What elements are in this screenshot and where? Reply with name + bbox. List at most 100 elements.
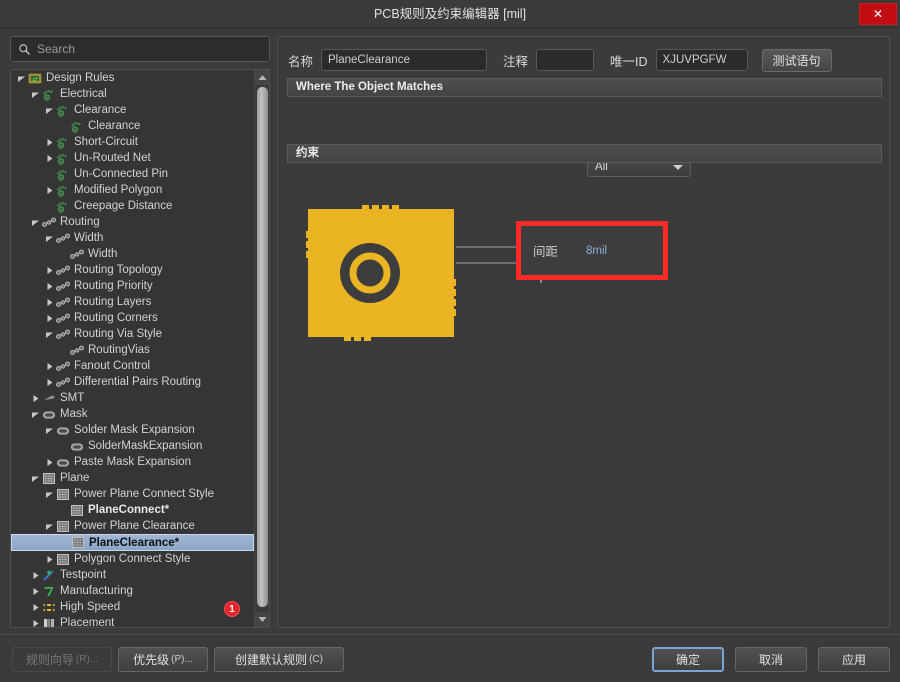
close-button[interactable]: ✕: [859, 3, 897, 25]
tree-item-routing-priority[interactable]: Routing Priority: [11, 278, 254, 294]
ok-button[interactable]: 确定: [652, 647, 724, 672]
scroll-thumb[interactable]: [257, 87, 268, 607]
tree-twisty[interactable]: [43, 102, 55, 118]
tree-item-label: PlaneConnect*: [88, 504, 170, 516]
tree-twisty[interactable]: [29, 86, 41, 102]
tree-item-manufacturing[interactable]: Manufacturing: [11, 583, 254, 599]
tree-item-polygon-connect-style[interactable]: Polygon Connect Style: [11, 551, 254, 567]
tree-item-width[interactable]: Width: [11, 246, 254, 262]
tree-item-routing-topology[interactable]: Routing Topology: [11, 262, 254, 278]
tree-twisty[interactable]: [29, 406, 41, 422]
tree-item-un-connected-pin[interactable]: Un-Connected Pin: [11, 166, 254, 182]
tree-item-routing-via-style[interactable]: Routing Via Style: [11, 326, 254, 342]
clearance-value[interactable]: 8mil: [586, 245, 607, 257]
tree-item-differential-pairs-routing[interactable]: Differential Pairs Routing: [11, 374, 254, 390]
rule-name-field[interactable]: PlaneClearance: [321, 49, 488, 71]
tree-twisty[interactable]: [43, 486, 55, 502]
tree-twisty[interactable]: [43, 182, 55, 198]
scroll-up-button[interactable]: [255, 70, 269, 85]
rule-wizard-button[interactable]: 规则向导 (R)...: [12, 647, 112, 672]
rule-comment-field[interactable]: [536, 49, 595, 71]
tree-twisty[interactable]: [29, 615, 41, 627]
tree-item-label: Power Plane Connect Style: [74, 488, 214, 500]
tree-twisty[interactable]: [43, 518, 55, 534]
tree-item-routing[interactable]: Routing: [11, 214, 254, 230]
tree-twisty[interactable]: [43, 374, 55, 390]
tree-vertical-scrollbar[interactable]: [254, 70, 269, 627]
tree-item-clearance[interactable]: Clearance: [11, 118, 254, 134]
tree-item-short-circuit[interactable]: Short-Circuit: [11, 134, 254, 150]
tree-item-routingvias[interactable]: RoutingVias: [11, 342, 254, 358]
tree-twisty[interactable]: [43, 454, 55, 470]
tree-item-fanout-control[interactable]: Fanout Control: [11, 358, 254, 374]
tree-twisty[interactable]: [29, 390, 41, 406]
tree-twisty[interactable]: [29, 599, 41, 615]
tree-item-un-routed-net[interactable]: Un-Routed Net: [11, 150, 254, 166]
tree-item-mask[interactable]: Mask: [11, 406, 254, 422]
mask-icon: [55, 455, 70, 469]
tree-item-label: Plane: [60, 472, 90, 484]
tree-item-creepage-distance[interactable]: Creepage Distance: [11, 198, 254, 214]
tree-twisty[interactable]: [43, 551, 55, 567]
tree-item-solder-mask-expansion[interactable]: Solder Mask Expansion: [11, 422, 254, 438]
tree-item-routing-layers[interactable]: Routing Layers: [11, 294, 254, 310]
scroll-down-button[interactable]: [255, 612, 269, 627]
tree-twisty[interactable]: [43, 230, 55, 246]
design-rules-icon: ⇄: [27, 71, 42, 85]
tree-twisty[interactable]: [43, 294, 55, 310]
testpoint-icon: [41, 568, 56, 582]
tree-item-label: High Speed: [60, 601, 121, 613]
tree-item-routing-corners[interactable]: Routing Corners: [11, 310, 254, 326]
tree-item-label: PlaneClearance*: [89, 536, 180, 549]
tree-item-soldermaskexpansion[interactable]: SolderMaskExpansion: [11, 438, 254, 454]
triangle-collapsed-icon: [47, 458, 52, 466]
tree-twisty[interactable]: [15, 70, 27, 86]
tree-item-paste-mask-expansion[interactable]: Paste Mask Expansion: [11, 454, 254, 470]
tree-twisty[interactable]: [43, 262, 55, 278]
tree-item-modified-polygon[interactable]: Modified Polygon: [11, 182, 254, 198]
tree-twisty[interactable]: [29, 567, 41, 583]
tree-twisty[interactable]: [43, 326, 55, 342]
routing-icon: [55, 359, 70, 373]
triangle-expanded-icon: [31, 412, 39, 418]
apply-button[interactable]: 应用: [818, 647, 890, 672]
plane-icon: [55, 519, 70, 533]
tree-twisty[interactable]: [43, 310, 55, 326]
tree-twisty[interactable]: [43, 150, 55, 166]
tree-item-high-speed[interactable]: High Speed: [11, 599, 254, 615]
tree-item-smt[interactable]: SMT: [11, 390, 254, 406]
tree-twisty[interactable]: [29, 470, 41, 486]
plane-icon: [70, 536, 85, 550]
tree-item-clearance[interactable]: Clearance: [11, 102, 254, 118]
triangle-collapsed-icon: [47, 282, 52, 290]
triangle-collapsed-icon: [33, 587, 38, 595]
tree-item-power-plane-clearance[interactable]: Power Plane Clearance: [11, 518, 254, 534]
tree-scroll-area[interactable]: ⇄ Design Rules Electrical Clearance Clearanc…: [11, 70, 254, 627]
tree-item-placement[interactable]: Placement: [11, 615, 254, 627]
priority-button[interactable]: 优先级 (P)...: [118, 647, 208, 672]
tree-item-power-plane-connect-style[interactable]: Power Plane Connect Style: [11, 486, 254, 502]
tree-twisty[interactable]: [29, 214, 41, 230]
tree-item-testpoint[interactable]: Testpoint: [11, 567, 254, 583]
tree-item-planeconnect[interactable]: PlaneConnect*: [11, 502, 254, 518]
unique-id-field[interactable]: XJUVPGFW: [655, 49, 748, 71]
tree-twisty[interactable]: [43, 278, 55, 294]
tree-twisty[interactable]: [43, 358, 55, 374]
tree-twisty[interactable]: [29, 583, 41, 599]
create-default-rules-button[interactable]: 创建默认规则 (C): [214, 647, 344, 672]
tree-twisty[interactable]: [43, 134, 55, 150]
cancel-button[interactable]: 取消: [735, 647, 807, 672]
search-input[interactable]: Search: [10, 36, 270, 62]
tree-item-planeclearance[interactable]: PlaneClearance*: [11, 534, 254, 551]
design-rules-tree[interactable]: ⇄ Design Rules Electrical Clearance Clearanc…: [10, 69, 270, 628]
tree-item-electrical[interactable]: Electrical: [11, 86, 254, 102]
tree-item-plane[interactable]: Plane: [11, 470, 254, 486]
tree-item-design-rules[interactable]: ⇄ Design Rules: [11, 70, 254, 86]
tree-twisty: [57, 118, 69, 134]
tree-twisty[interactable]: [43, 422, 55, 438]
test-query-button[interactable]: 测试语句: [761, 48, 832, 72]
tree-item-width[interactable]: Width: [11, 230, 254, 246]
